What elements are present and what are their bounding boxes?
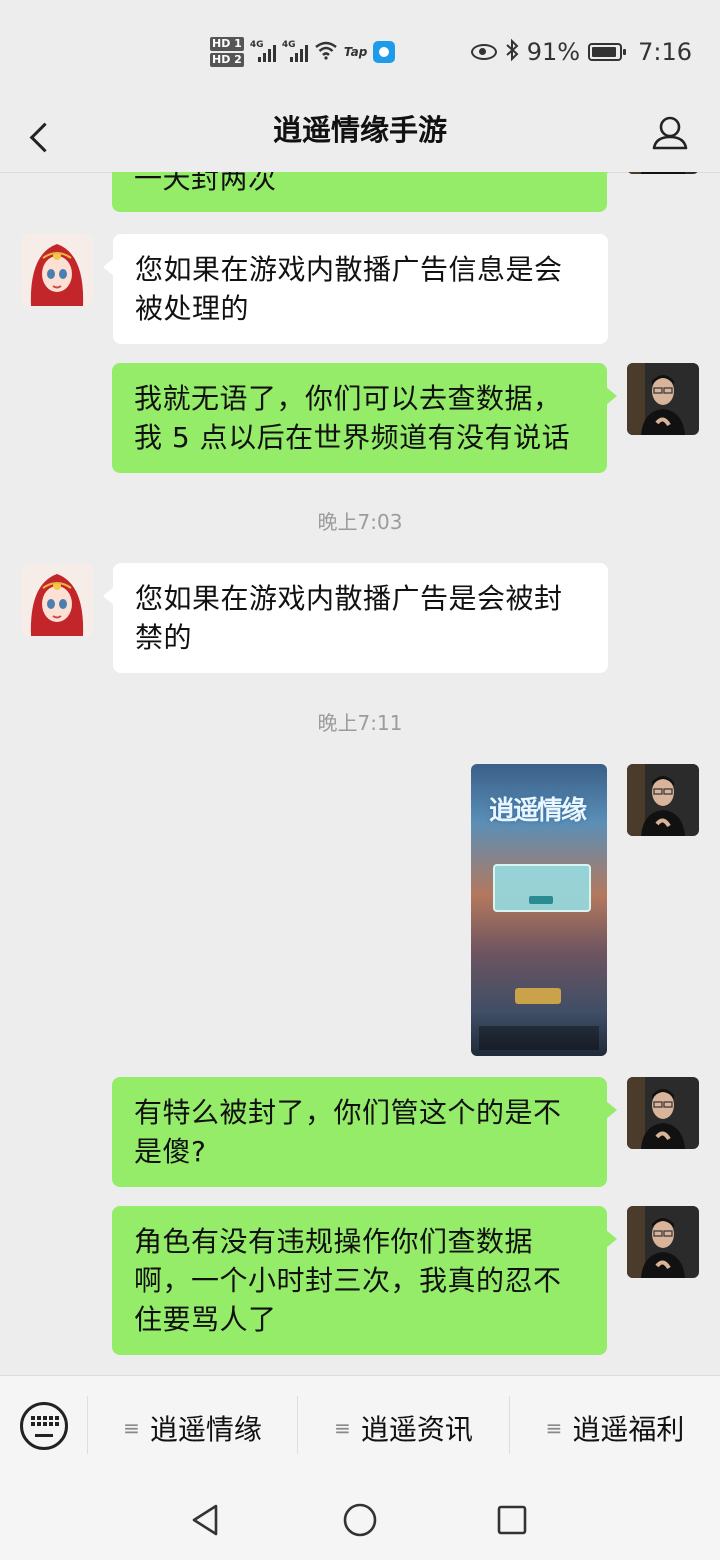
home-circle-icon[interactable] bbox=[338, 1498, 382, 1542]
image-dialog-graphic bbox=[493, 864, 591, 912]
message-bubble-outgoing[interactable]: 我就无语了，你们可以去查数据，我 5 点以后在世界频道有没有说话 bbox=[112, 363, 617, 473]
menu-item-label: 逍遥资讯 bbox=[360, 1413, 473, 1446]
menu-item-xiaoyao-qingyuan[interactable]: ≡ 逍遥情缘 bbox=[88, 1376, 297, 1480]
menu-item-xiaoyao-benefits[interactable]: ≡ 逍遥福利 bbox=[510, 1376, 720, 1480]
message-bubble-incoming[interactable]: 您如果在游戏内散播广告信息是会被处理的 bbox=[103, 234, 608, 344]
menu-lines-icon: ≡ bbox=[545, 1416, 563, 1440]
tap-label: Tap bbox=[343, 45, 368, 59]
eye-icon bbox=[470, 44, 497, 60]
avatar-self[interactable] bbox=[627, 363, 699, 435]
avatar-self[interactable] bbox=[627, 764, 699, 836]
signal-icon-2: 4G bbox=[282, 40, 308, 64]
chat-title: 逍遥情缘手游 bbox=[272, 113, 447, 147]
avatar-self[interactable] bbox=[627, 1206, 699, 1278]
menu-item-xiaoyao-news[interactable]: ≡ 逍遥资讯 bbox=[298, 1376, 509, 1480]
avatar-self[interactable] bbox=[627, 172, 699, 174]
signal-icon: 4G bbox=[250, 40, 276, 64]
bluetooth-icon bbox=[505, 38, 519, 67]
clock: 7:16 bbox=[638, 38, 692, 66]
message-bubble-outgoing[interactable]: 角色有没有违规操作你们查数据啊，一个小时封三次，我真的忍不住要骂人了 bbox=[112, 1206, 617, 1355]
chat-header: 逍遥情缘手游 bbox=[0, 100, 720, 173]
message-text: 角色有没有违规操作你们查数据啊，一个小时封三次，我真的忍不住要骂人了 bbox=[134, 1225, 562, 1336]
message-text: 一天封两次 bbox=[134, 172, 277, 195]
status-left: HD 1 HD 2 4G 4G Tap bbox=[210, 32, 396, 72]
tap-app-icon bbox=[373, 41, 396, 63]
back-triangle-icon[interactable] bbox=[184, 1498, 228, 1542]
hd1-label: HD 1 bbox=[210, 37, 244, 51]
avatar-self[interactable] bbox=[627, 1077, 699, 1149]
menu-lines-icon: ≡ bbox=[123, 1416, 140, 1440]
time-divider: 晚上7:11 bbox=[317, 711, 403, 735]
status-right: 91% 7:16 bbox=[470, 36, 692, 68]
hd-icon: HD 1 HD 2 bbox=[210, 36, 244, 68]
status-bar: HD 1 HD 2 4G 4G Tap 91% 7:16 bbox=[0, 0, 720, 100]
hd2-label: HD 2 bbox=[210, 53, 244, 67]
image-game-logo-text: 逍遥情缘 bbox=[489, 796, 587, 826]
message-bubble-incoming[interactable]: 您如果在游戏内散播广告是会被封禁的 bbox=[103, 563, 608, 673]
official-account-menu: ≡ 逍遥情缘 ≡ 逍遥资讯 ≡ 逍遥福利 bbox=[0, 1375, 720, 1480]
chevron-left-icon[interactable] bbox=[20, 112, 68, 160]
battery-percent: 91% bbox=[526, 38, 581, 66]
image-footer-graphic bbox=[479, 1026, 599, 1050]
message-text: 有特么被封了，你们管这个的是不是傻? bbox=[134, 1096, 562, 1168]
menu-lines-icon: ≡ bbox=[334, 1416, 351, 1440]
avatar-game-character[interactable] bbox=[21, 234, 93, 306]
person-icon[interactable] bbox=[646, 110, 694, 158]
menu-item-label: 逍遥情缘 bbox=[149, 1413, 262, 1446]
keyboard-icon[interactable] bbox=[20, 1402, 68, 1450]
image-button-graphic bbox=[515, 988, 561, 1004]
message-text: 您如果在游戏内散播广告是会被封禁的 bbox=[135, 582, 563, 654]
image-message[interactable]: 逍遥情缘 bbox=[471, 764, 607, 1056]
system-navigation-bar bbox=[0, 1480, 720, 1560]
message-bubble-outgoing[interactable]: 有特么被封了，你们管这个的是不是傻? bbox=[112, 1077, 617, 1187]
time-divider: 晚上7:03 bbox=[317, 510, 403, 534]
message-text: 我就无语了，你们可以去查数据，我 5 点以后在世界频道有没有说话 bbox=[134, 382, 571, 454]
recents-square-icon[interactable] bbox=[490, 1498, 534, 1542]
message-bubble-outgoing[interactable]: 一天封两次 bbox=[112, 172, 617, 212]
wifi-icon bbox=[314, 40, 338, 65]
menu-item-label: 逍遥福利 bbox=[572, 1413, 685, 1446]
battery-icon bbox=[588, 43, 627, 61]
avatar-game-character[interactable] bbox=[21, 564, 93, 636]
chat-area[interactable]: 一天封两次 您如果在游戏内散播广告信息是会被处理的 我就无语了，你们可以去查数据… bbox=[0, 172, 720, 1375]
message-text: 您如果在游戏内散播广告信息是会被处理的 bbox=[135, 253, 563, 325]
